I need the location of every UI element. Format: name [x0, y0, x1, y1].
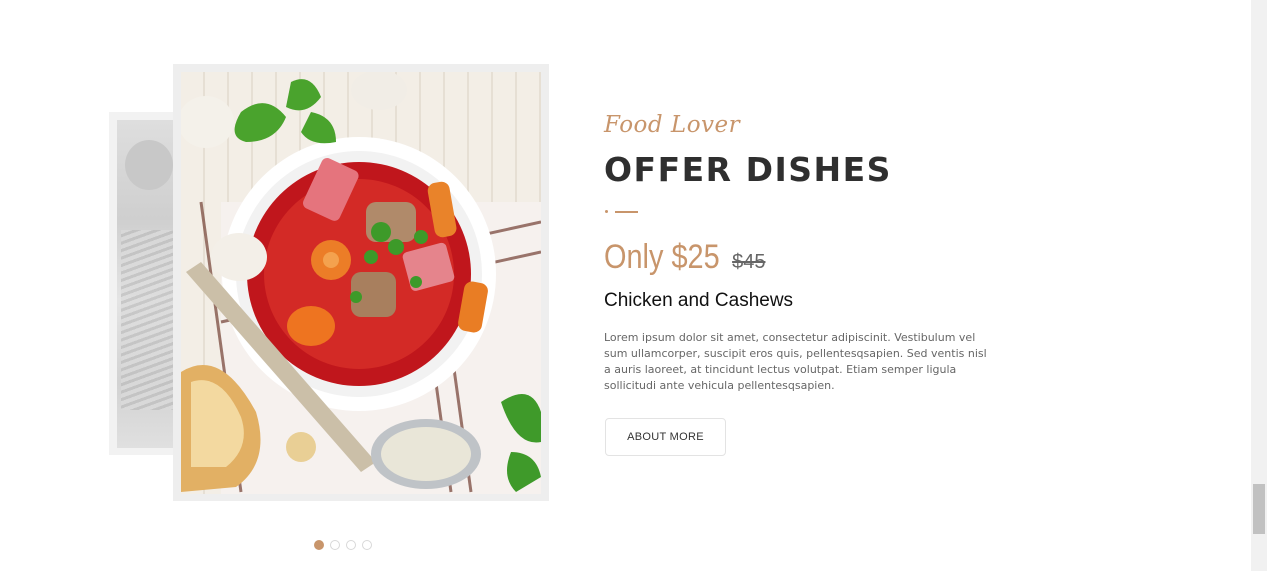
scrollbar-thumb[interactable] [1253, 484, 1265, 534]
slider-dot-1[interactable] [314, 540, 324, 550]
slider-dot-2[interactable] [330, 540, 340, 550]
current-price: Only $25 [604, 238, 720, 276]
slide-title: OFFER DISHES [604, 150, 892, 189]
slide-tagline: Food Lover [604, 112, 741, 138]
about-more-button[interactable]: ABOUT MORE [605, 418, 726, 456]
borscht-dish-image [181, 72, 541, 494]
previous-slide-image[interactable] [117, 120, 179, 448]
dish-name: Chicken and Cashews [604, 290, 794, 311]
divider-line [615, 211, 638, 213]
dish-description: Lorem ipsum dolor sit amet, consectetur … [604, 331, 987, 392]
slider-dot-3[interactable] [346, 540, 356, 550]
old-price: $45 [732, 251, 766, 273]
divider-dot [605, 210, 608, 213]
title-divider [605, 210, 639, 214]
slider-pagination [314, 540, 372, 550]
slider-dot-4[interactable] [362, 540, 372, 550]
page-scrollbar[interactable] [1251, 0, 1267, 571]
price-row: Only $25 $45 [604, 238, 765, 277]
